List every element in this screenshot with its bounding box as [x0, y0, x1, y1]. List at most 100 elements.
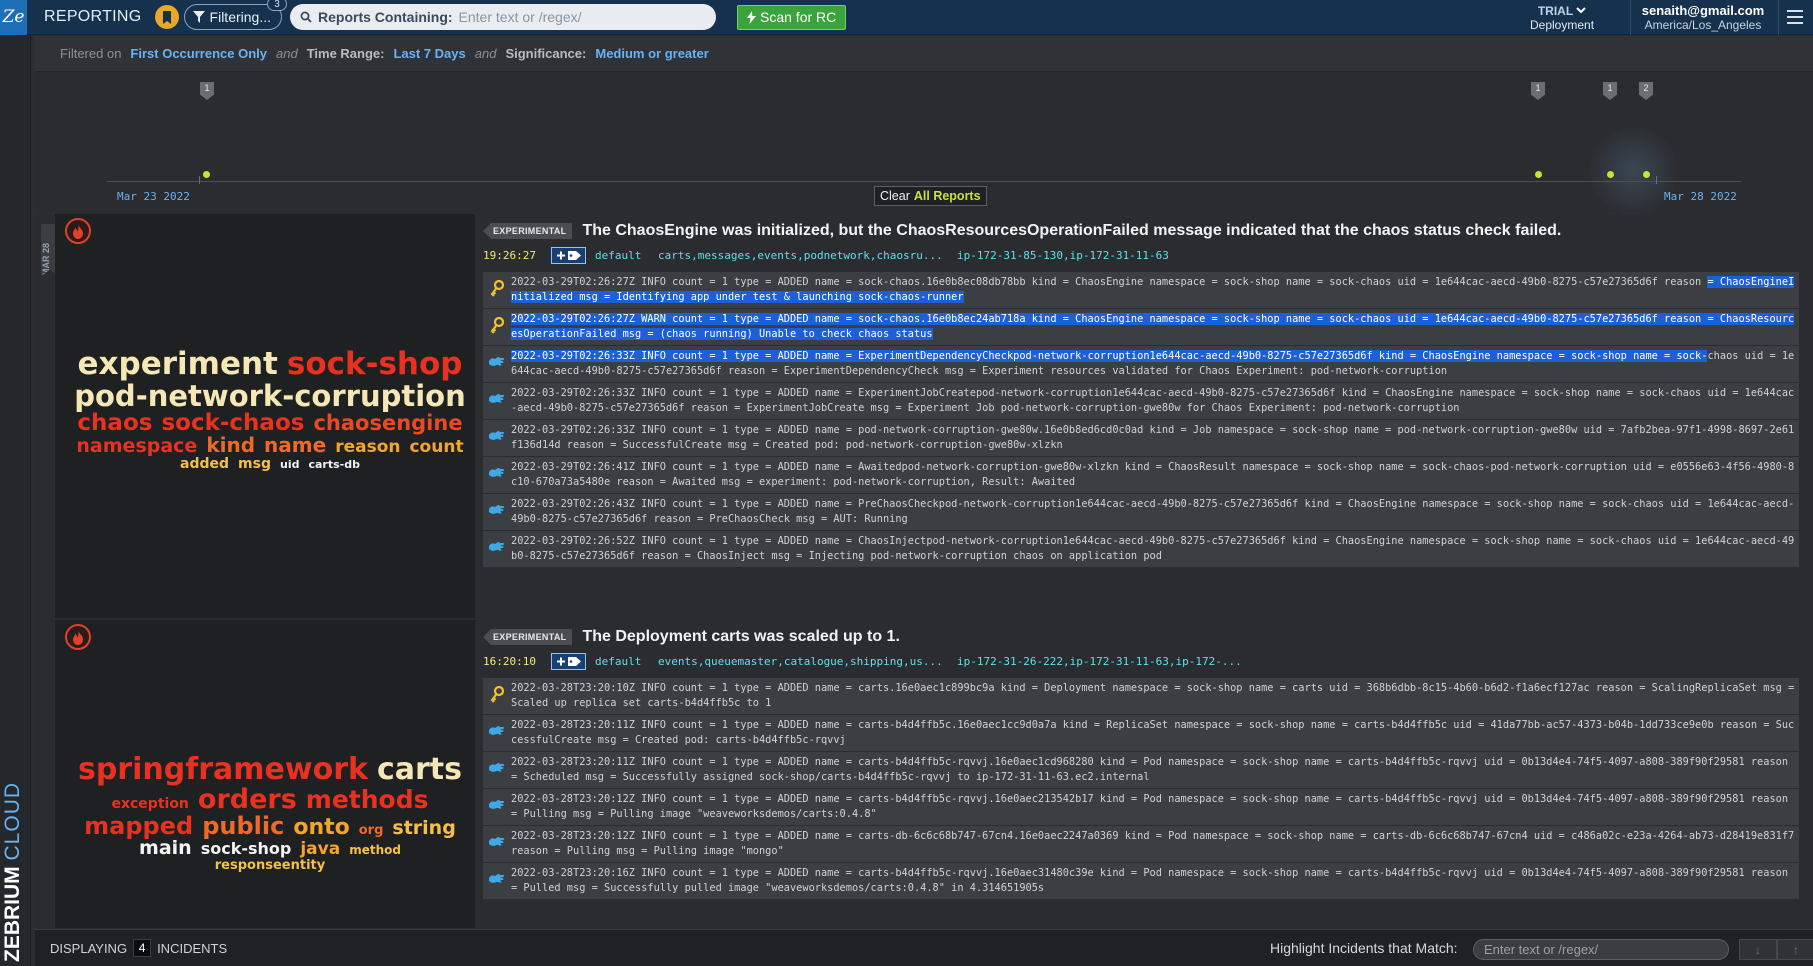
hamburger-menu-icon[interactable]	[1787, 8, 1803, 26]
word-cloud-term[interactable]: onto	[293, 816, 349, 839]
log-event-row[interactable]: 2022-03-29T02:26:33Z INFO count = 1 type…	[483, 346, 1799, 383]
highlight-input[interactable]	[1473, 939, 1729, 960]
timeline-event-dot[interactable]	[1535, 171, 1542, 178]
timeline-pin[interactable]: 2	[1639, 82, 1653, 100]
word-cloud-term[interactable]: responseentity	[215, 859, 325, 873]
hand-pointer-icon	[483, 531, 511, 567]
log-event-row[interactable]: 2022-03-29T02:26:41Z INFO count = 1 type…	[483, 457, 1799, 494]
incident-namespace[interactable]: default	[595, 249, 658, 262]
incident-apps[interactable]: carts,messages,events,podnetwork,chaosru…	[658, 249, 957, 262]
incident-hosts[interactable]: ip-172-31-85-130,ip-172-31-11-63	[957, 249, 1169, 262]
log-event-row[interactable]: 2022-03-28T23:20:10Z INFO count = 1 type…	[483, 678, 1799, 715]
incident-title[interactable]: The Deployment carts was scaled up to 1.	[582, 628, 899, 646]
log-event-text: 2022-03-28T23:20:12Z INFO count = 1 type…	[511, 789, 1799, 825]
log-event-text: 2022-03-28T23:20:11Z INFO count = 1 type…	[511, 715, 1799, 751]
deployment-selector[interactable]: TRIAL Deployment	[1530, 0, 1594, 35]
word-cloud-row: springframework carts	[70, 754, 470, 786]
incident-count: 4	[133, 939, 152, 957]
log-event-row[interactable]: 2022-03-28T23:20:16Z INFO count = 1 type…	[483, 863, 1799, 900]
word-cloud-term[interactable]: orders	[198, 785, 297, 814]
log-event-row[interactable]: 2022-03-28T23:20:12Z INFO count = 1 type…	[483, 826, 1799, 863]
previous-match-button[interactable]: ↑	[1777, 939, 1813, 960]
log-event-row[interactable]: 2022-03-29T02:26:27Z WARN count = 1 type…	[483, 309, 1799, 346]
filter-significance[interactable]: Medium or greater	[595, 46, 708, 61]
bookmark-button[interactable]	[154, 5, 179, 29]
word-cloud-term[interactable]: sock-shop	[287, 348, 463, 381]
word-cloud-term[interactable]: carts-db	[308, 459, 360, 471]
word-cloud-term[interactable]: methods	[306, 786, 429, 813]
filter-button[interactable]: Filtering... 3	[183, 0, 287, 30]
word-cloud-term[interactable]: count	[409, 438, 463, 457]
filter-occurrence[interactable]: First Occurrence Only	[130, 46, 267, 61]
timeline-end-date: Mar 28 2022	[1664, 190, 1737, 203]
hand-pointer-icon	[483, 457, 511, 493]
add-tag-button[interactable]	[551, 246, 586, 264]
log-text-segment: 2022-03-29T02:26:27Z WARN count = 1 type…	[511, 313, 1708, 325]
timeline-pin[interactable]: 1	[1603, 82, 1617, 100]
filter-and: and	[474, 46, 497, 61]
timeline-event-dot[interactable]	[1643, 171, 1650, 178]
log-event-row[interactable]: 2022-03-29T02:26:52Z INFO count = 1 type…	[483, 531, 1799, 568]
word-cloud-term[interactable]: sock-shop	[201, 840, 292, 858]
log-event-row[interactable]: 2022-03-29T02:26:33Z INFO count = 1 type…	[483, 383, 1799, 420]
log-event-row[interactable]: 2022-03-29T02:26:27Z INFO count = 1 type…	[483, 272, 1799, 309]
filter-time-range[interactable]: Last 7 Days	[393, 46, 465, 61]
log-event-row[interactable]: 2022-03-29T02:26:33Z INFO count = 1 type…	[483, 420, 1799, 457]
word-cloud-panel: experiment sock-shop pod-network-corruptio…	[55, 214, 475, 618]
word-cloud-term[interactable]: msg	[238, 457, 271, 472]
log-event-row[interactable]: 2022-03-28T23:20:12Z INFO count = 1 type…	[483, 789, 1799, 826]
log-event-text: 2022-03-28T23:20:12Z INFO count = 1 type…	[511, 826, 1799, 862]
word-cloud-term[interactable]: string	[392, 818, 455, 839]
hand-pointer-icon	[483, 863, 511, 899]
word-cloud-term[interactable]: name	[264, 435, 326, 456]
log-event-row[interactable]: 2022-03-28T23:20:11Z INFO count = 1 type…	[483, 752, 1799, 789]
word-cloud-term[interactable]: java	[300, 840, 340, 859]
word-cloud-term[interactable]: namespace	[76, 436, 197, 457]
incident-title[interactable]: The ChaosEngine was initialized, but the…	[582, 222, 1561, 240]
timeline-event-dot[interactable]	[1607, 171, 1614, 178]
log-event-list: 2022-03-28T23:20:10Z INFO count = 1 type…	[483, 678, 1799, 900]
word-cloud-term[interactable]: chaos	[77, 411, 152, 435]
incident-apps[interactable]: events,queuemaster,catalogue,shipping,us…	[658, 655, 957, 668]
incident-card[interactable]: experiment sock-shop pod-network-corruptio…	[55, 214, 1813, 618]
incident-card[interactable]: springframework carts exception orders metho…	[55, 620, 1813, 928]
timeline-start-date: Mar 23 2022	[117, 190, 190, 203]
log-text-segment: 2022-03-28T23:20:11Z INFO count = 1 type…	[511, 756, 1789, 783]
word-cloud-term[interactable]: chaosengine	[313, 412, 462, 434]
log-event-row[interactable]: 2022-03-28T23:20:11Z INFO count = 1 type…	[483, 715, 1799, 752]
word-cloud-term[interactable]: reason	[335, 438, 400, 457]
word-cloud-term[interactable]: main	[139, 838, 192, 859]
incident-namespace[interactable]: default	[595, 655, 658, 668]
incident-hosts[interactable]: ip-172-31-26-222,ip-172-31-11-63,ip-172-…	[957, 655, 1242, 668]
user-account[interactable]: senaith@gmail.com America/Los_Angeles	[1638, 0, 1768, 35]
word-cloud-term[interactable]: exception	[111, 796, 188, 812]
report-search[interactable]: Reports Containing:	[290, 4, 716, 30]
log-event-row[interactable]: 2022-03-29T02:26:43Z INFO count = 1 type…	[483, 494, 1799, 531]
timeline-pin[interactable]: 1	[1531, 82, 1545, 100]
zebrium-logo[interactable]: Ze	[0, 0, 27, 35]
word-cloud-term[interactable]: springframework	[78, 754, 368, 786]
word-cloud-term[interactable]: added	[180, 457, 229, 472]
word-cloud-term[interactable]: mapped	[84, 813, 193, 839]
word-cloud-term[interactable]: org	[359, 824, 384, 838]
word-cloud-term[interactable]: pod-network-corruption	[74, 380, 466, 411]
word-cloud-term[interactable]: uid	[280, 459, 299, 471]
timeline-pin[interactable]: 1	[200, 82, 214, 100]
next-match-button[interactable]: ↓	[1739, 939, 1777, 960]
timeline-event-dot[interactable]	[203, 171, 210, 178]
word-cloud-term[interactable]: kind	[206, 435, 255, 456]
word-cloud-term[interactable]: method	[349, 844, 401, 857]
scan-label: Scan for RC	[760, 9, 837, 25]
word-cloud-term[interactable]: sock-chaos	[161, 411, 304, 435]
word-cloud-term[interactable]: public	[202, 813, 284, 839]
clear-all-reports-button[interactable]: Clear All Reports	[874, 186, 987, 206]
log-event-text: 2022-03-29T02:26:52Z INFO count = 1 type…	[511, 531, 1799, 567]
add-tag-button[interactable]	[551, 652, 586, 670]
log-text-segment: 2022-03-28T23:20:12Z INFO count = 1 type…	[511, 793, 1789, 820]
timeline[interactable]: 1 1 1 2 Mar 23 2022 Mar 28 2022 Clear Al…	[35, 72, 1813, 215]
hand-pointer-icon	[483, 715, 511, 751]
word-cloud-term[interactable]: carts	[377, 754, 462, 786]
search-input[interactable]	[458, 9, 689, 25]
scan-for-rc-button[interactable]: Scan for RC	[737, 4, 847, 30]
word-cloud-term[interactable]: experiment	[78, 348, 278, 381]
